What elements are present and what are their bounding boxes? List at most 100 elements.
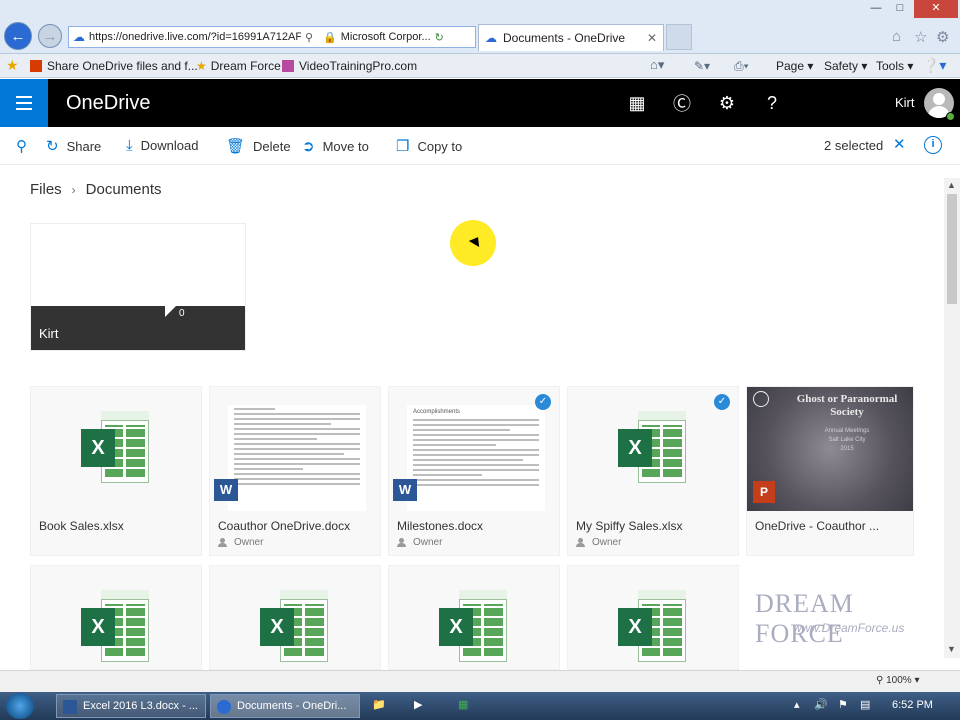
- people-icon: [576, 538, 586, 547]
- society-logo-icon: [753, 391, 769, 407]
- file-tile[interactable]: X: [209, 565, 381, 670]
- favorite-dream-force[interactable]: ★ Dream Force: [196, 59, 281, 73]
- print-icon[interactable]: ⎙▾: [734, 59, 749, 74]
- file-tile[interactable]: X: [30, 565, 202, 670]
- tab-close-icon[interactable]: ✕: [647, 31, 657, 45]
- scroll-up-icon[interactable]: ▲: [947, 180, 956, 190]
- help-question-icon[interactable]: ?: [749, 79, 795, 127]
- file-tile-onedrive-coauthor[interactable]: Ghost or Paranormal Society Annual Meeti…: [746, 386, 914, 556]
- folder-tab-shape: [165, 305, 177, 317]
- forward-button[interactable]: →: [38, 24, 62, 48]
- address-url[interactable]: https://onedrive.live.com/?id=16991A712A…: [89, 31, 301, 43]
- close-window-button[interactable]: ✕: [914, 0, 958, 18]
- tab-documents-onedrive[interactable]: ☁ Documents - OneDrive ✕: [478, 24, 664, 51]
- copy-icon: ❐: [396, 138, 410, 155]
- taskbar-item-documents-onedrive[interactable]: Documents - OneDri...: [210, 694, 360, 718]
- download-icon: ⤓: [126, 137, 133, 154]
- owner-label: Owner: [397, 537, 442, 548]
- home-command-icon[interactable]: ⌂▾: [650, 57, 664, 73]
- favorite-videotrainingpro[interactable]: VideoTrainingPro.com: [282, 59, 417, 73]
- info-icon[interactable]: i: [924, 136, 942, 154]
- file-tile[interactable]: X: [388, 565, 560, 670]
- breadcrumb: Files › Documents: [30, 181, 162, 198]
- move-icon: ➲: [302, 138, 315, 155]
- scrollbar-thumb[interactable]: [947, 194, 957, 304]
- feeds-icon[interactable]: ✎▾: [694, 59, 710, 73]
- search-icon[interactable]: ⚲: [305, 31, 313, 44]
- watermark-url: www.DreamForce.us: [793, 621, 905, 635]
- help-icon[interactable]: ❔▾: [922, 57, 946, 74]
- tools-menu[interactable]: Tools ▾: [876, 59, 913, 73]
- search-icon: ⚲: [16, 138, 27, 155]
- file-tile-coauthor-onedrive[interactable]: W Coauthor OneDrive.docx Owner: [209, 386, 381, 556]
- dreamforce-watermark: DREAM FORCE www.DreamForce.us: [745, 575, 935, 648]
- vertical-scrollbar[interactable]: ▲ ▼: [944, 178, 960, 658]
- apps-grid-icon[interactable]: ▦: [614, 79, 660, 127]
- file-explorer-icon[interactable]: 📁: [372, 698, 386, 711]
- home-icon[interactable]: ⌂: [892, 28, 901, 45]
- back-button[interactable]: ←: [4, 22, 32, 50]
- selected-check-icon[interactable]: ✓: [714, 394, 730, 410]
- slide-sub2: Salt Lake City: [828, 437, 866, 443]
- file-tile-my-spiffy-sales[interactable]: X ✓ My Spiffy Sales.xlsx Owner: [567, 386, 739, 556]
- page-menu[interactable]: Page ▾: [776, 59, 813, 73]
- breadcrumb-files[interactable]: Files: [30, 181, 62, 198]
- minimize-button[interactable]: —: [866, 0, 886, 18]
- zoom-level[interactable]: ⚲ 100% ▾: [876, 675, 920, 686]
- scroll-down-icon[interactable]: ▼: [947, 644, 956, 654]
- onedrive-brand[interactable]: OneDrive: [66, 92, 150, 115]
- file-tile-book-sales[interactable]: X Book Sales.xlsx: [30, 386, 202, 556]
- taskbar-item-excel-doc[interactable]: Excel 2016 L3.docx - ...: [56, 694, 206, 718]
- download-button[interactable]: ⤓ Download: [126, 137, 198, 154]
- skype-icon[interactable]: Ⓒ: [659, 79, 705, 127]
- app-launcher-menu-icon[interactable]: [0, 79, 48, 127]
- folder-tile[interactable]: 0 Kirt: [30, 223, 246, 351]
- settings-icon[interactable]: ⚙: [704, 79, 750, 127]
- people-icon: [218, 538, 228, 547]
- new-tab-button[interactable]: [666, 24, 692, 50]
- start-button[interactable]: [6, 693, 34, 719]
- copy-to-button[interactable]: ❐ Copy to: [396, 137, 462, 155]
- file-tile-milestones[interactable]: Accomplishments W ✓ Milestones.docx Owne…: [388, 386, 560, 556]
- status-bar: ⚲ 100% ▾: [0, 670, 960, 692]
- certificate-label[interactable]: Microsoft Corpor...: [341, 31, 431, 43]
- lock-icon[interactable]: 🔒: [323, 31, 337, 44]
- favorites-star-icon[interactable]: ★: [6, 57, 19, 74]
- people-icon: [397, 538, 407, 547]
- selected-check-icon[interactable]: ✓: [535, 394, 551, 410]
- network-icon[interactable]: ▤: [860, 698, 870, 711]
- move-to-button[interactable]: ➲ Move to: [302, 137, 369, 155]
- selected-count: 2 selected: [824, 138, 884, 153]
- folder-item-count: 0: [179, 308, 185, 319]
- favorites-bar: ★ Share OneDrive files and f... ★ Dream …: [0, 54, 960, 78]
- maximize-button[interactable]: □: [890, 0, 910, 18]
- safety-menu[interactable]: Safety ▾: [824, 59, 867, 73]
- user-name[interactable]: Kirt: [895, 95, 915, 110]
- word-file-icon: W: [214, 479, 238, 501]
- clear-selection-icon[interactable]: ✕: [893, 135, 906, 153]
- clock[interactable]: 6:52 PM: [892, 699, 933, 711]
- owner-label: Owner: [576, 537, 621, 548]
- tray-up-icon[interactable]: ▴: [794, 698, 800, 711]
- slide-sub3: 2015: [840, 446, 854, 452]
- volume-icon[interactable]: 🔊: [814, 698, 828, 711]
- media-player-icon[interactable]: ▶: [414, 698, 422, 711]
- settings-gear-icon[interactable]: ⚙: [936, 28, 949, 46]
- breadcrumb-documents[interactable]: Documents: [86, 181, 162, 198]
- excel-file-icon: X: [260, 590, 330, 666]
- search-button[interactable]: ⚲: [16, 137, 35, 155]
- file-tile[interactable]: X: [567, 565, 739, 670]
- refresh-icon[interactable]: ↻: [435, 31, 444, 44]
- delete-button[interactable]: 🗑 Delete: [226, 137, 291, 155]
- excel-icon[interactable]: ▦: [458, 698, 468, 711]
- taskbar-item-label: Excel 2016 L3.docx - ...: [83, 700, 198, 712]
- favorite-share-onedrive[interactable]: Share OneDrive files and f...: [30, 59, 198, 73]
- favorites-star-icon[interactable]: ☆: [914, 28, 927, 46]
- flag-icon[interactable]: ⚑: [838, 698, 848, 711]
- ie-icon: [217, 700, 231, 714]
- folder-name: Kirt: [39, 326, 59, 341]
- file-name: My Spiffy Sales.xlsx: [576, 519, 683, 533]
- share-button[interactable]: ↻ Share: [46, 137, 101, 155]
- document-preview: [228, 405, 366, 511]
- address-bar[interactable]: ☁ https://onedrive.live.com/?id=16991A71…: [68, 26, 476, 48]
